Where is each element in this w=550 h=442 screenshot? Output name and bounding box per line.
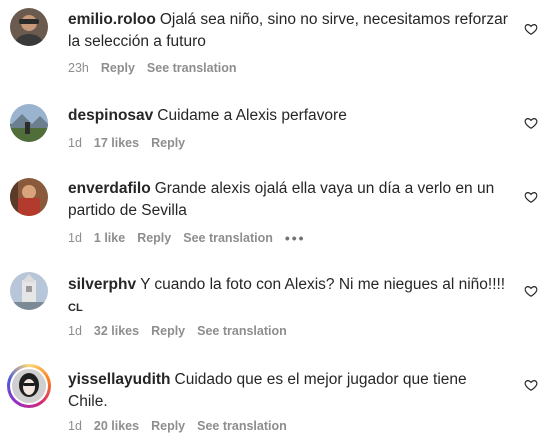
- comment-username[interactable]: yissellayudith: [68, 371, 171, 388]
- comment-meta: 1d 17 likes Reply: [68, 136, 197, 150]
- comment-meta: 1d 1 like Reply See translation •••: [68, 230, 318, 246]
- comment-text: yissellayudith Cuidado que es el mejor ju…: [68, 369, 508, 413]
- comment-username[interactable]: despinosav: [68, 107, 153, 124]
- comment-username[interactable]: emilio.roloo: [68, 11, 156, 28]
- reply-button[interactable]: Reply: [137, 231, 171, 245]
- comment-extra-text: CL: [68, 302, 83, 314]
- heart-outline-icon[interactable]: [524, 22, 538, 36]
- avatar[interactable]: [10, 178, 48, 216]
- likes-count[interactable]: 32 likes: [94, 324, 139, 338]
- more-options-icon[interactable]: •••: [285, 230, 306, 246]
- comment-username[interactable]: enverdafilo: [68, 180, 151, 197]
- avatar[interactable]: [10, 8, 48, 46]
- avatar-story-ring[interactable]: [7, 364, 51, 408]
- heart-outline-icon[interactable]: [524, 190, 538, 204]
- comment-meta: 1d 32 likes Reply See translation: [68, 324, 299, 338]
- likes-count[interactable]: 1 like: [94, 231, 125, 245]
- comment-meta: 23h Reply See translation: [68, 61, 249, 75]
- avatar[interactable]: [12, 369, 46, 403]
- comment-meta: 1d 20 likes Reply See translation: [68, 419, 299, 433]
- comment-time: 1d: [68, 136, 82, 150]
- comment-text: silverphv Y cuando la foto con Alexis? Ni…: [68, 274, 508, 319]
- see-translation-button[interactable]: See translation: [197, 324, 287, 338]
- comment-time: 23h: [68, 61, 89, 75]
- comment-body: Y cuando la foto con Alexis? Ni me niegu…: [140, 276, 506, 293]
- comment-body: Cuidame a Alexis perfavore: [157, 107, 347, 124]
- reply-button[interactable]: Reply: [151, 136, 185, 150]
- see-translation-button[interactable]: See translation: [197, 419, 287, 433]
- comment-time: 1d: [68, 419, 82, 433]
- likes-count[interactable]: 17 likes: [94, 136, 139, 150]
- comment-username[interactable]: silverphv: [68, 276, 136, 293]
- reply-button[interactable]: Reply: [101, 61, 135, 75]
- comment-text: emilio.roloo Ojalá sea niño, sino no sirv…: [68, 9, 508, 53]
- likes-count[interactable]: 20 likes: [94, 419, 139, 433]
- comment-text: despinosav Cuidame a Alexis perfavore: [68, 105, 508, 127]
- see-translation-button[interactable]: See translation: [147, 61, 237, 75]
- heart-outline-icon[interactable]: [524, 378, 538, 392]
- see-translation-button[interactable]: See translation: [183, 231, 273, 245]
- comment-time: 1d: [68, 231, 82, 245]
- comment-text: enverdafilo Grande alexis ojalá ella vaya…: [68, 178, 508, 222]
- avatar-ring-gap: [10, 367, 48, 405]
- avatar[interactable]: [10, 272, 48, 310]
- reply-button[interactable]: Reply: [151, 324, 185, 338]
- comment-time: 1d: [68, 324, 82, 338]
- avatar[interactable]: [10, 104, 48, 142]
- heart-outline-icon[interactable]: [524, 284, 538, 298]
- reply-button[interactable]: Reply: [151, 419, 185, 433]
- heart-outline-icon[interactable]: [524, 116, 538, 130]
